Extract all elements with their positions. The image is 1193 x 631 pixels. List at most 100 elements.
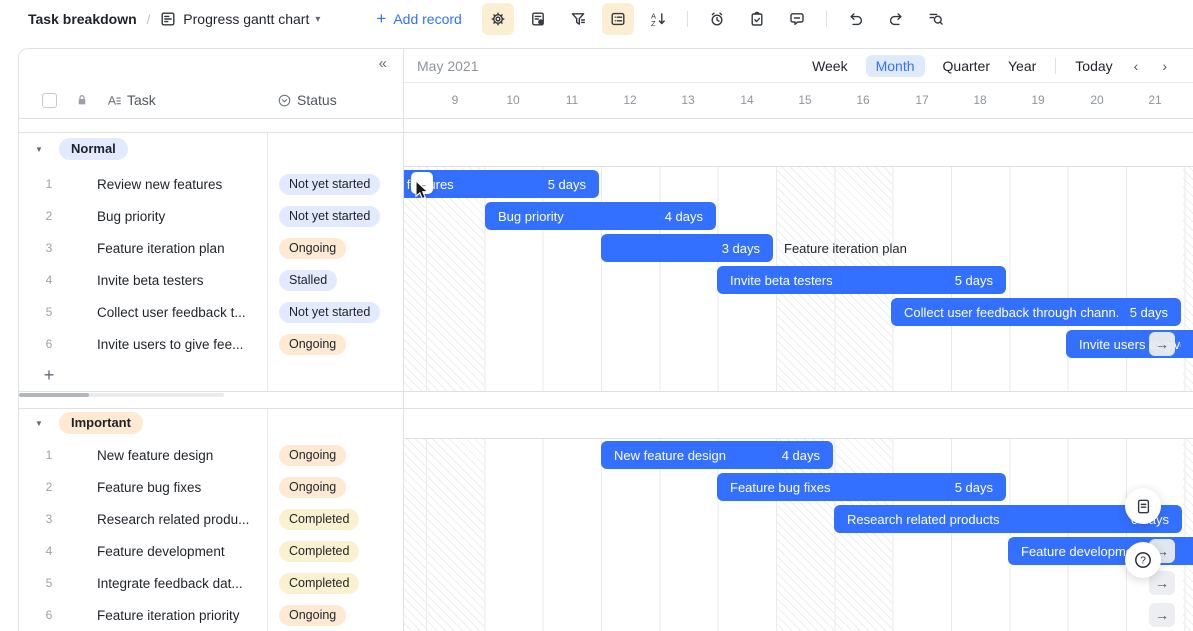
status-column-label: Status [297, 92, 337, 108]
undo-button[interactable] [840, 3, 872, 35]
search-button[interactable] [920, 3, 952, 35]
scroll-to-bar-end-handle[interactable]: → [1149, 332, 1175, 356]
gantt-bar[interactable]: New feature design 4 days [601, 441, 833, 469]
table-row[interactable]: 6 Feature iteration priority Ongoing [19, 599, 404, 631]
gantt-bar[interactable]: Bug priority 4 days [485, 202, 716, 230]
review-button[interactable] [741, 3, 773, 35]
row-number: 1 [19, 448, 79, 462]
next-period-button[interactable]: › [1162, 58, 1167, 74]
add-record-button[interactable]: + Add record [376, 9, 461, 29]
view-name[interactable]: Progress gantt chart [183, 11, 309, 27]
scroll-to-bar-start-handle[interactable]: ← [411, 172, 433, 194]
table-row[interactable]: 3 Research related produ... Completed [19, 503, 404, 535]
status-column-header[interactable]: Status [277, 92, 337, 108]
select-all-checkbox[interactable] [42, 93, 57, 108]
scrollbar-thumb[interactable] [19, 393, 89, 397]
redo-icon [888, 11, 904, 27]
tab-month[interactable]: Month [866, 55, 925, 77]
collapse-panel-icon[interactable]: « [379, 55, 387, 72]
status-pill[interactable]: Ongoing [279, 477, 346, 498]
tab-year[interactable]: Year [1008, 58, 1036, 74]
scroll-to-bar-end-handle[interactable]: → [1149, 603, 1175, 627]
group-header-important[interactable]: ▼ Important [19, 408, 404, 438]
status-pill[interactable]: Not yet started [279, 206, 380, 227]
table-row[interactable]: 5 Collect user feedback t... Not yet sta… [19, 296, 404, 328]
divider [19, 408, 1193, 409]
text-field-icon [107, 93, 122, 108]
reminder-button[interactable] [701, 3, 733, 35]
table-row[interactable]: 4 Feature development Completed [19, 535, 404, 567]
task-column-header[interactable]: Task [107, 92, 156, 108]
bar-duration: 5 days [1130, 305, 1168, 320]
divider [404, 166, 1193, 167]
list-icon [610, 11, 626, 27]
gantt-bar[interactable]: Feature bug fixes 5 days [717, 473, 1006, 501]
add-row-button[interactable]: + [19, 360, 404, 391]
toolbar-divider [687, 11, 688, 27]
status-pill[interactable]: Completed [279, 509, 359, 530]
form-settings-button[interactable] [522, 3, 554, 35]
settings-button[interactable] [482, 3, 514, 35]
row-number: 1 [19, 177, 79, 191]
record-table-panel: « Task Status ▼ Normal [19, 49, 404, 631]
status-pill[interactable]: Not yet started [279, 302, 380, 323]
table-row[interactable]: 1 Review new features Not yet started [19, 168, 404, 200]
status-pill[interactable]: Ongoing [279, 238, 346, 259]
comment-button[interactable] [781, 3, 813, 35]
switcher-divider [1055, 58, 1056, 74]
day-tick: 9 [426, 82, 484, 118]
tab-week[interactable]: Week [812, 58, 848, 74]
bar-duration: 5 days [955, 480, 993, 495]
table-row[interactable]: 2 Feature bug fixes Ongoing [19, 471, 404, 503]
tab-quarter[interactable]: Quarter [943, 58, 990, 74]
gantt-bar[interactable]: 3 days [601, 234, 773, 262]
status-pill[interactable]: Completed [279, 541, 359, 562]
gantt-header: May 2021 Week Month Quarter Year Today ‹… [404, 49, 1193, 82]
chevron-down-icon[interactable]: ▾ [315, 14, 320, 25]
status-pill[interactable]: Ongoing [279, 605, 346, 626]
table-row[interactable]: 4 Invite beta testers Stalled [19, 264, 404, 296]
bar-duration: 4 days [665, 209, 703, 224]
search-icon [928, 11, 944, 27]
clipboard-icon [749, 11, 765, 27]
table-row[interactable]: 1 New feature design Ongoing [19, 439, 404, 471]
breadcrumb-base[interactable]: Task breakdown [28, 11, 137, 27]
status-pill[interactable]: Ongoing [279, 334, 346, 355]
day-tick: 10 [484, 82, 542, 118]
gantt-bar[interactable]: Collect user feedback through chann... 5… [891, 298, 1181, 326]
collapse-group-icon[interactable]: ▼ [35, 145, 49, 154]
table-row[interactable]: 2 Bug priority Not yet started [19, 200, 404, 232]
day-tick: 15 [776, 82, 834, 118]
gantt-group-body-normal: Review new features 5 days ← Bug priorit… [404, 166, 1193, 391]
undo-icon [848, 11, 864, 27]
document-icon [1135, 498, 1152, 515]
collapse-group-icon[interactable]: ▼ [35, 419, 49, 428]
record-form-fab[interactable] [1125, 488, 1161, 524]
question-mark-icon: ? [1133, 550, 1153, 570]
status-pill[interactable]: Ongoing [279, 445, 346, 466]
table-row[interactable]: 5 Integrate feedback dat... Completed [19, 567, 404, 599]
filter-button[interactable] [562, 3, 594, 35]
status-pill[interactable]: Not yet started [279, 174, 380, 195]
sort-button[interactable]: AZ [642, 3, 674, 35]
task-cell: Bug priority [79, 209, 267, 224]
gantt-bar[interactable]: Review new features 5 days [404, 170, 599, 198]
table-column-header: Task Status [19, 82, 403, 118]
table-row[interactable]: 3 Feature iteration plan Ongoing [19, 232, 404, 264]
status-pill[interactable]: Stalled [279, 270, 337, 291]
table-row[interactable]: 6 Invite users to give fee... Ongoing [19, 328, 404, 360]
redo-button[interactable] [880, 3, 912, 35]
today-button[interactable]: Today [1075, 58, 1112, 74]
row-number: 4 [19, 544, 79, 558]
day-tick: 20 [1068, 82, 1126, 118]
status-pill[interactable]: Completed [279, 573, 359, 594]
gantt-bar[interactable]: Invite beta testers 5 days [717, 266, 1006, 294]
group-header-normal[interactable]: ▼ Normal [19, 132, 404, 166]
help-fab[interactable]: ? [1125, 542, 1161, 578]
task-cell: Integrate feedback dat... [79, 576, 267, 591]
arrow-right-icon: → [1155, 607, 1169, 623]
divider [19, 391, 1193, 392]
app-window: Task breakdown / Progress gantt chart ▾ … [0, 0, 1193, 631]
prev-period-button[interactable]: ‹ [1134, 58, 1139, 74]
field-list-button[interactable] [602, 3, 634, 35]
